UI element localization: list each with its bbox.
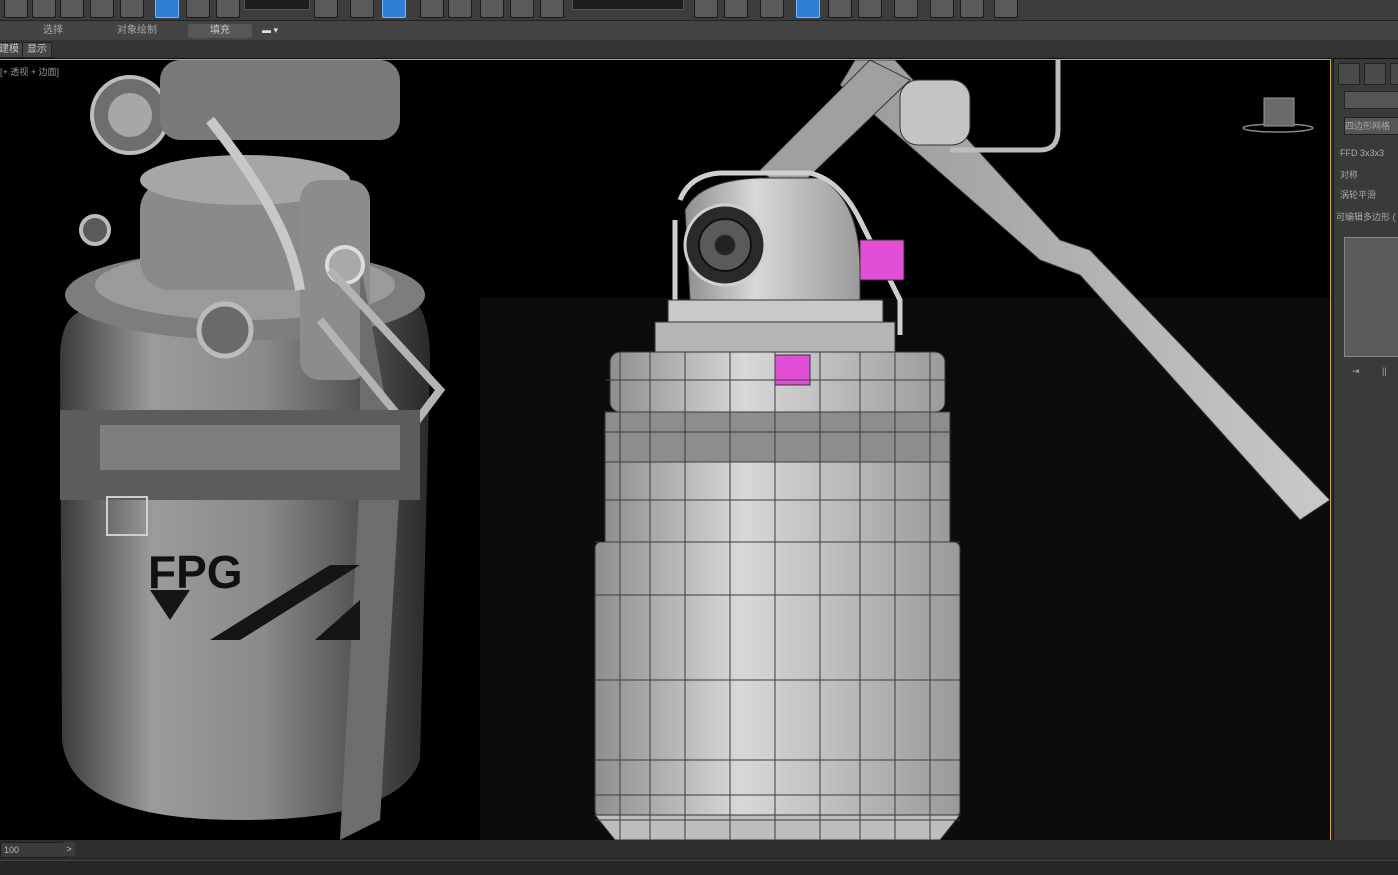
modeling-button[interactable]: 建模 [0, 42, 24, 58]
percent-snap-icon[interactable] [480, 0, 504, 18]
rendered-grenade-model [60, 60, 446, 840]
sub-toolbar: 建模 显示 [0, 40, 1398, 59]
scene-explorer-icon[interactable] [796, 0, 820, 18]
modifier-editable-poly[interactable]: 可编辑多边形 (W [1336, 209, 1396, 225]
create-tab-icon[interactable] [1338, 63, 1360, 85]
modifier-symmetry[interactable]: 对称 [1340, 167, 1398, 183]
grenade-label-text: FPG [148, 546, 243, 598]
select-by-name-icon[interactable] [60, 0, 84, 18]
track-bar[interactable] [0, 860, 1398, 875]
reference-coord-dropdown[interactable] [244, 0, 310, 10]
command-panel: 四边形网格 FFD 3x3x3 对称 涡轮平滑 可编辑多边形 (W ⇥ || [1333, 59, 1398, 859]
render-frame-icon[interactable] [960, 0, 984, 18]
ribbon-options-icon[interactable]: ▬ ▾ [262, 25, 278, 36]
spinner-snap-icon[interactable] [510, 0, 534, 18]
schematic-view-icon[interactable] [858, 0, 882, 18]
render-setup-icon[interactable] [930, 0, 954, 18]
pin-stack-button[interactable]: ⇥ [1352, 363, 1372, 379]
viewport-scene: FPG [60, 60, 1330, 840]
display-button[interactable]: 显示 [22, 42, 52, 58]
render-icon[interactable] [994, 0, 1018, 18]
modifier-stack-list[interactable] [1344, 237, 1398, 357]
tab-selection[interactable]: 选择 [28, 24, 78, 38]
angle-snap-icon[interactable] [448, 0, 472, 18]
object-name-field[interactable] [1344, 91, 1398, 109]
tab-populate[interactable]: 填充 [188, 24, 252, 38]
frame-counter[interactable]: 100 [0, 842, 65, 858]
time-slider-bar: 100 > [0, 840, 1398, 875]
modifier-turbosmooth[interactable]: 涡轮平滑 [1340, 187, 1398, 203]
main-toolbar [0, 0, 1398, 21]
modify-tab-icon[interactable] [1364, 63, 1386, 85]
snap-toggle-icon[interactable] [420, 0, 444, 18]
modifier-list-dropdown[interactable]: 四边形网格 [1344, 117, 1398, 135]
named-selection-set-dropdown[interactable] [572, 0, 684, 10]
move-icon[interactable] [155, 0, 179, 18]
keyboard-shortcut-icon[interactable] [382, 0, 406, 18]
align-icon[interactable] [724, 0, 748, 18]
select-cursor-icon[interactable] [32, 0, 56, 18]
tab-object-paint[interactable]: 对象绘制 [105, 24, 169, 38]
next-frame-button[interactable]: > [63, 842, 75, 856]
modifier-ffd[interactable]: FFD 3x3x3 [1340, 145, 1398, 161]
undo-icon[interactable] [4, 0, 28, 18]
viewport-label[interactable]: [+ 透视 + 边面] [0, 65, 59, 78]
edit-named-selection-icon[interactable] [540, 0, 564, 18]
curve-editor-icon[interactable] [828, 0, 852, 18]
show-end-result-button[interactable]: || [1382, 363, 1398, 379]
perspective-viewport[interactable]: FPG [+ 透视 + 边面] [0, 59, 1331, 840]
pivot-icon[interactable] [314, 0, 338, 18]
material-editor-icon[interactable] [894, 0, 918, 18]
mirror-icon[interactable] [694, 0, 718, 18]
layer-manager-icon[interactable] [760, 0, 784, 18]
window-crossing-icon[interactable] [120, 0, 144, 18]
viewcube[interactable] [1242, 97, 1314, 133]
rect-select-icon[interactable] [90, 0, 114, 18]
select-manipulate-icon[interactable] [350, 0, 374, 18]
scale-icon[interactable] [216, 0, 240, 18]
hierarchy-tab-icon[interactable] [1390, 63, 1398, 85]
ribbon-tabbar: 选择 对象绘制 填充 ▬ ▾ [0, 21, 1398, 40]
rotate-icon[interactable] [186, 0, 210, 18]
